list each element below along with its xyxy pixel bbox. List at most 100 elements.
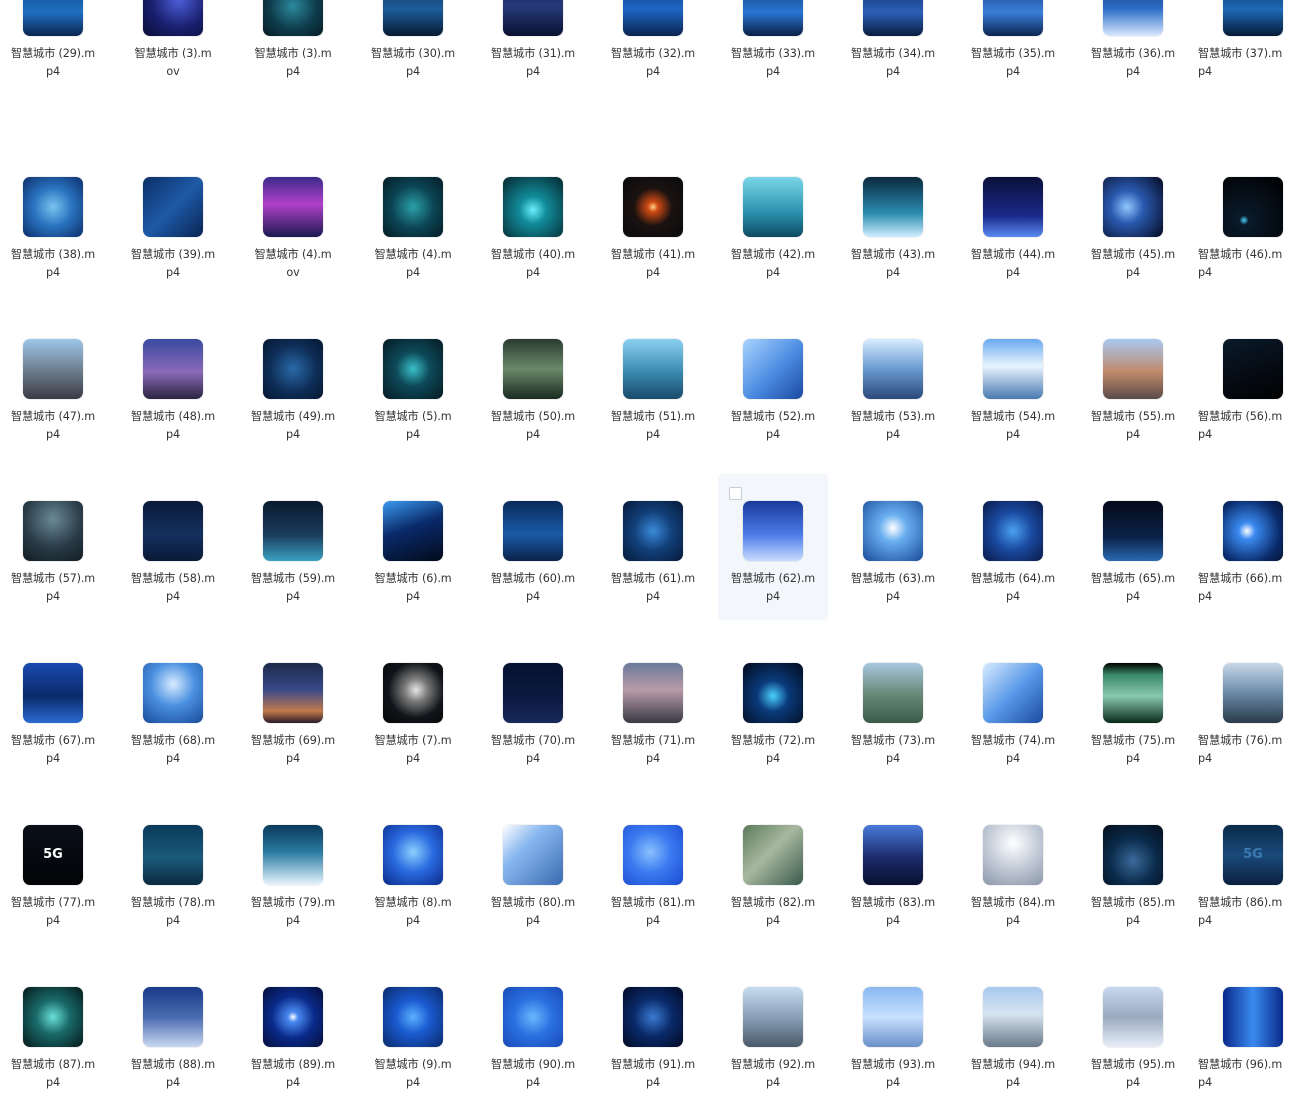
file-item[interactable]: 智慧城市 (69).m p4 [238,636,348,782]
file-item[interactable]: 智慧城市 (45).m p4 [1078,150,1188,296]
video-thumbnail [1103,987,1163,1047]
file-name: 智慧城市 (65).m p4 [1072,570,1194,606]
file-name: 智慧城市 (4).m p4 [352,246,474,282]
file-item[interactable]: 智慧城市 (90).m p4 [478,960,588,1106]
video-thumbnail [743,177,803,237]
file-item[interactable]: 智慧城市 (6).m p4 [358,474,468,620]
file-item[interactable]: 智慧城市 (57).m p4 [0,474,108,620]
file-item[interactable]: 智慧城市 (63).m p4 [838,474,948,620]
file-item[interactable]: 智慧城市 (53).m p4 [838,312,948,458]
video-thumbnail [143,663,203,723]
file-item[interactable]: 智慧城市 (93).m p4 [838,960,948,1106]
file-item[interactable]: 智慧城市 (72).m p4 [718,636,828,782]
file-item[interactable]: 智慧城市 (68).m p4 [118,636,228,782]
file-item[interactable]: 智慧城市 (74).m p4 [958,636,1068,782]
file-item[interactable]: 智慧城市 (87).m p4 [0,960,108,1106]
file-item[interactable]: 智慧城市 (62).m p4 [718,474,828,620]
file-item[interactable]: 智慧城市 (70).m p4 [478,636,588,782]
file-item[interactable]: 智慧城市 (67).m p4 [0,636,108,782]
file-name: 智慧城市 (96).m p4 [1198,1056,1288,1092]
file-name-line2: p4 [646,914,660,927]
file-name-line2: p4 [526,752,540,765]
file-item[interactable]: 智慧城市 (31).m p4 [478,0,588,134]
file-item[interactable]: 智慧城市 (49).m p4 [238,312,348,458]
file-item[interactable]: 智慧城市 (76).m p4 [1198,636,1289,782]
file-item[interactable]: 智慧城市 (36).m p4 [1078,0,1188,134]
file-item[interactable]: 智慧城市 (84).m p4 [958,798,1068,944]
file-item[interactable]: 智慧城市 (82).m p4 [718,798,828,944]
file-item[interactable]: 智慧城市 (95).m p4 [1078,960,1188,1106]
file-item[interactable]: 5G 智慧城市 (86).m p4 [1198,798,1289,944]
file-name-line2: p4 [1006,914,1020,927]
file-item[interactable]: 智慧城市 (71).m p4 [598,636,708,782]
file-item[interactable]: 智慧城市 (50).m p4 [478,312,588,458]
file-item[interactable]: 智慧城市 (58).m p4 [118,474,228,620]
file-item[interactable]: 智慧城市 (80).m p4 [478,798,588,944]
video-thumbnail [863,501,923,561]
file-item[interactable]: 智慧城市 (52).m p4 [718,312,828,458]
file-item[interactable]: 智慧城市 (40).m p4 [478,150,588,296]
file-item[interactable]: 智慧城市 (47).m p4 [0,312,108,458]
file-item[interactable]: 智慧城市 (61).m p4 [598,474,708,620]
file-item[interactable]: 智慧城市 (89).m p4 [238,960,348,1106]
file-item[interactable]: 智慧城市 (42).m p4 [718,150,828,296]
file-item[interactable]: 智慧城市 (4).m ov [238,150,348,296]
file-item[interactable]: 智慧城市 (92).m p4 [718,960,828,1106]
file-item[interactable]: 智慧城市 (59).m p4 [238,474,348,620]
file-item[interactable]: 智慧城市 (8).m p4 [358,798,468,944]
file-item[interactable]: 智慧城市 (66).m p4 [1198,474,1289,620]
file-item[interactable]: 智慧城市 (54).m p4 [958,312,1068,458]
file-item[interactable]: 智慧城市 (48).m p4 [118,312,228,458]
file-item[interactable]: 智慧城市 (7).m p4 [358,636,468,782]
file-item[interactable]: 智慧城市 (79).m p4 [238,798,348,944]
file-item[interactable]: 智慧城市 (3).m p4 [238,0,348,134]
file-item[interactable]: 智慧城市 (37).m p4 [1198,0,1289,134]
file-item[interactable]: 智慧城市 (44).m p4 [958,150,1068,296]
file-item[interactable]: 智慧城市 (29).m p4 [0,0,108,134]
file-item[interactable]: 智慧城市 (78).m p4 [118,798,228,944]
file-item[interactable]: 智慧城市 (83).m p4 [838,798,948,944]
file-item[interactable]: 智慧城市 (60).m p4 [478,474,588,620]
video-thumbnail [623,0,683,36]
file-name-line1: 智慧城市 (72).m [730,734,816,747]
file-item[interactable]: 智慧城市 (38).m p4 [0,150,108,296]
video-thumbnail [263,501,323,561]
file-item[interactable]: 智慧城市 (56).m p4 [1198,312,1289,458]
file-item[interactable]: 智慧城市 (75).m p4 [1078,636,1188,782]
file-name: 智慧城市 (75).m p4 [1072,732,1194,768]
file-item[interactable]: 智慧城市 (73).m p4 [838,636,948,782]
video-thumbnail [143,987,203,1047]
file-item[interactable]: 智慧城市 (41).m p4 [598,150,708,296]
file-name: 智慧城市 (5).m p4 [352,408,474,444]
video-thumbnail [1103,177,1163,237]
file-item[interactable]: 智慧城市 (9).m p4 [358,960,468,1106]
file-item[interactable]: 智慧城市 (43).m p4 [838,150,948,296]
file-item[interactable]: 智慧城市 (39).m p4 [118,150,228,296]
file-item[interactable]: 5G 智慧城市 (77).m p4 [0,798,108,944]
file-item[interactable]: 智慧城市 (51).m p4 [598,312,708,458]
file-item[interactable]: 智慧城市 (55).m p4 [1078,312,1188,458]
file-item[interactable]: 智慧城市 (32).m p4 [598,0,708,134]
video-thumbnail [1223,663,1283,723]
file-item[interactable]: 智慧城市 (65).m p4 [1078,474,1188,620]
file-item[interactable]: 智慧城市 (35).m p4 [958,0,1068,134]
video-thumbnail [23,663,83,723]
file-item[interactable]: 智慧城市 (4).m p4 [358,150,468,296]
file-item[interactable]: 智慧城市 (91).m p4 [598,960,708,1106]
file-item[interactable]: 智慧城市 (81).m p4 [598,798,708,944]
file-name: 智慧城市 (62).m p4 [712,570,834,606]
select-checkbox[interactable] [729,487,742,500]
file-item[interactable]: 智慧城市 (30).m p4 [358,0,468,134]
file-item[interactable]: 智慧城市 (46).m p4 [1198,150,1289,296]
file-item[interactable]: 智慧城市 (5).m p4 [358,312,468,458]
file-item[interactable]: 智慧城市 (34).m p4 [838,0,948,134]
file-item[interactable]: 智慧城市 (94).m p4 [958,960,1068,1106]
file-item[interactable]: 智慧城市 (64).m p4 [958,474,1068,620]
video-thumbnail [263,0,323,36]
file-item[interactable]: 智慧城市 (88).m p4 [118,960,228,1106]
file-item[interactable]: 智慧城市 (33).m p4 [718,0,828,134]
file-item[interactable]: 智慧城市 (96).m p4 [1198,960,1289,1106]
file-item[interactable]: 智慧城市 (85).m p4 [1078,798,1188,944]
file-name-line1: 智慧城市 (47).m [10,410,96,423]
file-item[interactable]: 智慧城市 (3).m ov [118,0,228,134]
